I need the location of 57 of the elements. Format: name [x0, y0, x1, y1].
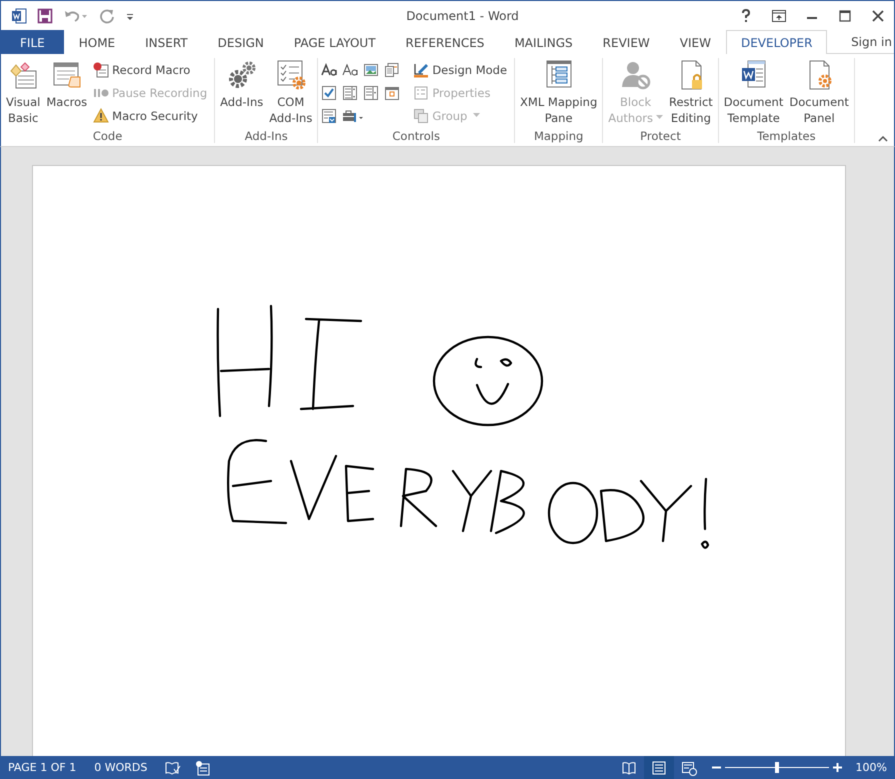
ribbon-button[interactable]: Macro Security [91, 104, 210, 127]
zoom-slider-thumb[interactable] [774, 762, 779, 773]
warning-icon [93, 108, 110, 124]
macro-record-icon[interactable] [195, 760, 212, 776]
group-label: Add-Ins [244, 130, 289, 143]
dropdown-list-icon[interactable] [363, 84, 380, 100]
date-picker-icon[interactable] [384, 84, 400, 100]
ribbon-button[interactable]: Macros [44, 58, 90, 130]
file-tab[interactable]: FILE [1, 30, 64, 54]
ribbon-button[interactable]: XML Mapping Pane [518, 58, 600, 130]
checkbox-icon[interactable] [321, 84, 338, 100]
sign-in-link[interactable]: Sign in [851, 30, 894, 53]
proofing-book-icon[interactable] [165, 760, 182, 776]
group-label: Protect [639, 130, 682, 143]
word-logo-icon[interactable] [11, 8, 27, 24]
ribbon-button[interactable]: Design Mode [411, 58, 510, 81]
web-layout-icon [680, 760, 697, 776]
ribbon-button[interactable]: Document Template [722, 58, 786, 130]
plain-text-icon[interactable] [342, 62, 358, 78]
ribbon-button[interactable]: Add-Ins [218, 58, 266, 130]
print-layout-button[interactable] [644, 756, 674, 779]
repeating-section-icon[interactable] [321, 108, 338, 124]
group-label: Code [92, 130, 124, 143]
zoom-in-icon[interactable] [832, 763, 842, 772]
person-blocked-icon [620, 59, 652, 91]
building-block-icon[interactable] [384, 62, 400, 78]
ribbon-button[interactable]: Visual Basic [4, 58, 42, 130]
legacy-tools-icon[interactable] [342, 108, 364, 124]
group-label: Templates [756, 130, 817, 143]
read-mode-icon [620, 760, 637, 776]
save-icon[interactable] [37, 8, 53, 24]
page-count[interactable]: PAGE 1 OF 1 [8, 761, 76, 774]
close-icon[interactable] [872, 10, 884, 22]
properties-icon [413, 84, 430, 100]
ribbon-button[interactable]: Record Macro [91, 58, 210, 81]
print-layout-icon [650, 760, 667, 776]
maximize-icon[interactable] [838, 10, 850, 22]
ruler-pencil-icon [413, 62, 430, 78]
group-label: Mapping [532, 130, 584, 143]
ribbon-button[interactable]: Restrict Editing [666, 58, 715, 130]
word-count[interactable]: 0 WORDS [94, 761, 148, 774]
ribbon-button[interactable]: COM Add-Ins [267, 58, 314, 130]
record-icon [93, 62, 110, 78]
group-icon [413, 108, 430, 124]
repeat-icon[interactable] [99, 8, 115, 24]
ribbon-tab[interactable]: DEVELOPER [726, 30, 828, 54]
combo-box-icon[interactable] [342, 84, 358, 100]
window-title: Document1 - Word [405, 8, 520, 22]
checklist-gear-icon [274, 59, 307, 91]
zoom-level[interactable]: 100% [856, 761, 887, 774]
picture-icon[interactable] [363, 62, 380, 78]
collapse-ribbon-icon[interactable] [878, 136, 888, 142]
ribbon-display-icon[interactable] [770, 8, 786, 22]
ribbon-button[interactable]: Document Panel [787, 58, 851, 130]
group-label: Controls [391, 130, 441, 143]
font-text-icon[interactable] [321, 62, 338, 78]
ribbon-tab[interactable]: HOME [64, 30, 130, 54]
